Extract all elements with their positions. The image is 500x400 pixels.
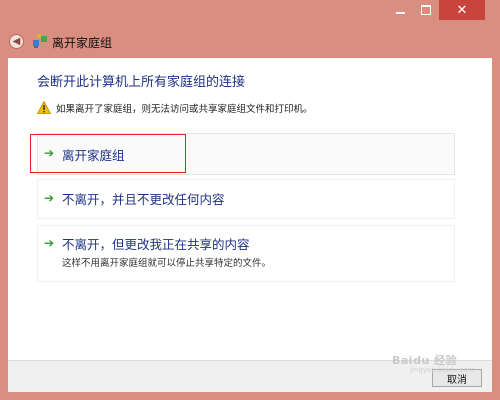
option-label: 离开家庭组 xyxy=(62,148,125,163)
close-button[interactable]: ✕ xyxy=(439,0,485,20)
green-arrow-icon: ➔ xyxy=(44,191,55,205)
maximize-button[interactable] xyxy=(413,0,439,20)
window-title: 离开家庭组 xyxy=(52,36,113,50)
homegroup-icon xyxy=(33,34,47,48)
option-label: 不离开，但更改我正在共享的内容 xyxy=(62,237,250,252)
green-arrow-icon: ➔ xyxy=(44,236,55,250)
minimize-icon xyxy=(395,12,405,14)
maximize-icon xyxy=(421,5,431,15)
close-icon: ✕ xyxy=(456,2,468,18)
dialog-content: 会断开此计算机上所有家庭组的连接 如果离开了家庭组，则无法访问或共享家庭组文件和… xyxy=(8,58,492,360)
option-label: 不离开，并且不更改任何内容 xyxy=(62,192,225,207)
option-stay-no-change[interactable]: ➔ 不离开，并且不更改任何内容 xyxy=(37,179,455,219)
green-arrow-icon: ➔ xyxy=(44,146,55,160)
back-arrow-icon: ◀ xyxy=(12,36,21,47)
page-heading: 会断开此计算机上所有家庭组的连接 xyxy=(37,75,246,90)
back-button[interactable]: ◀ xyxy=(9,34,24,49)
option-sublabel: 这样不用离开家庭组就可以停止共享特定的文件。 xyxy=(62,258,272,269)
option-stay-change-sharing[interactable]: ➔ 不离开，但更改我正在共享的内容 这样不用离开家庭组就可以停止共享特定的文件。 xyxy=(37,225,455,282)
watermark-url: jingyan.baidu.com xyxy=(410,366,475,374)
warning-icon xyxy=(37,101,51,114)
navigation-bar: ◀ 离开家庭组 xyxy=(0,28,500,56)
minimize-button[interactable] xyxy=(387,0,413,20)
title-bar: ✕ xyxy=(0,0,500,28)
warning-text: 如果离开了家庭组，则无法访问或共享家庭组文件和打印机。 xyxy=(56,104,313,115)
option-leave-homegroup[interactable]: ➔ 离开家庭组 xyxy=(37,133,455,175)
dialog-window: ✕ ◀ 离开家庭组 会断开此计算机上所有家庭组的连接 如果离开了家庭组，则无法访… xyxy=(0,0,500,400)
